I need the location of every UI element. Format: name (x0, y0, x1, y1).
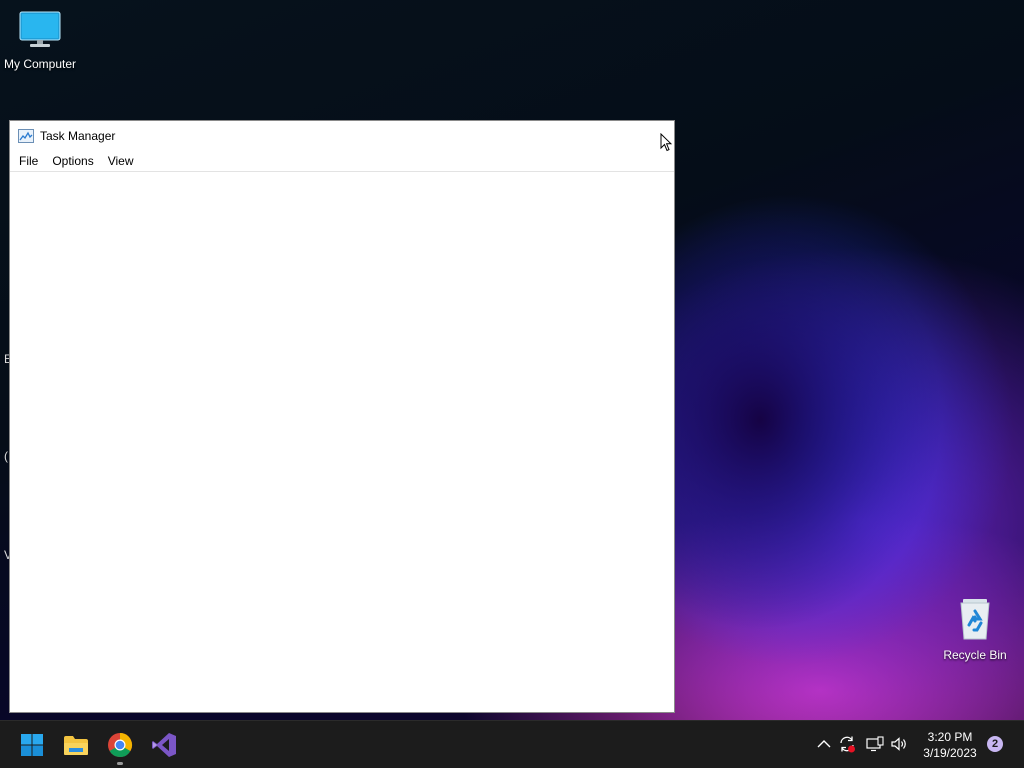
tray-sync[interactable] (838, 735, 856, 753)
desktop-icon-label: Recycle Bin (943, 648, 1007, 662)
taskbar-clock[interactable]: 3:20 PM 3/19/2023 (915, 729, 985, 761)
offscreen-text-fragment: ( (4, 449, 8, 463)
task-manager-window[interactable]: Task Manager File Options View (10, 121, 674, 712)
menu-file[interactable]: File (12, 152, 45, 170)
tray-network[interactable] (866, 735, 884, 753)
desktop-icon-recycle-bin[interactable]: Recycle Bin (935, 597, 1015, 662)
volume-icon (891, 737, 906, 751)
clock-date: 3/19/2023 (923, 746, 977, 760)
task-manager-icon (18, 129, 34, 143)
taskbar-chrome[interactable] (104, 729, 136, 765)
clock-time: 3:20 PM (927, 730, 973, 744)
menu-bar: File Options View (10, 151, 674, 172)
window-content-area (10, 172, 674, 712)
menu-options[interactable]: Options (45, 152, 100, 170)
menu-view[interactable]: View (101, 152, 141, 170)
taskbar-visual-studio[interactable] (148, 729, 180, 761)
show-hidden-icons-button[interactable] (815, 735, 833, 753)
desktop-icon-my-computer[interactable]: My Computer (0, 10, 80, 71)
chrome-icon (108, 733, 133, 758)
notification-badge[interactable]: 2 (987, 736, 1003, 752)
sync-icon (840, 736, 855, 753)
recycle-bin-icon (960, 599, 990, 640)
monitor-icon (19, 11, 61, 47)
network-icon (866, 736, 884, 752)
mouse-cursor-icon (660, 133, 672, 152)
start-button[interactable] (16, 729, 48, 761)
running-indicator (117, 762, 123, 765)
desktop-icon-label: My Computer (3, 57, 77, 71)
folder-icon (64, 736, 88, 755)
window-title: Task Manager (40, 129, 116, 143)
chevron-up-icon (817, 740, 831, 748)
windows-start-icon (21, 734, 43, 756)
tray-volume[interactable] (891, 735, 909, 753)
window-titlebar[interactable]: Task Manager (10, 121, 674, 151)
taskbar: 3:20 PM 3/19/2023 (0, 720, 1024, 768)
visual-studio-icon (152, 733, 176, 757)
taskbar-file-explorer[interactable] (60, 729, 92, 761)
